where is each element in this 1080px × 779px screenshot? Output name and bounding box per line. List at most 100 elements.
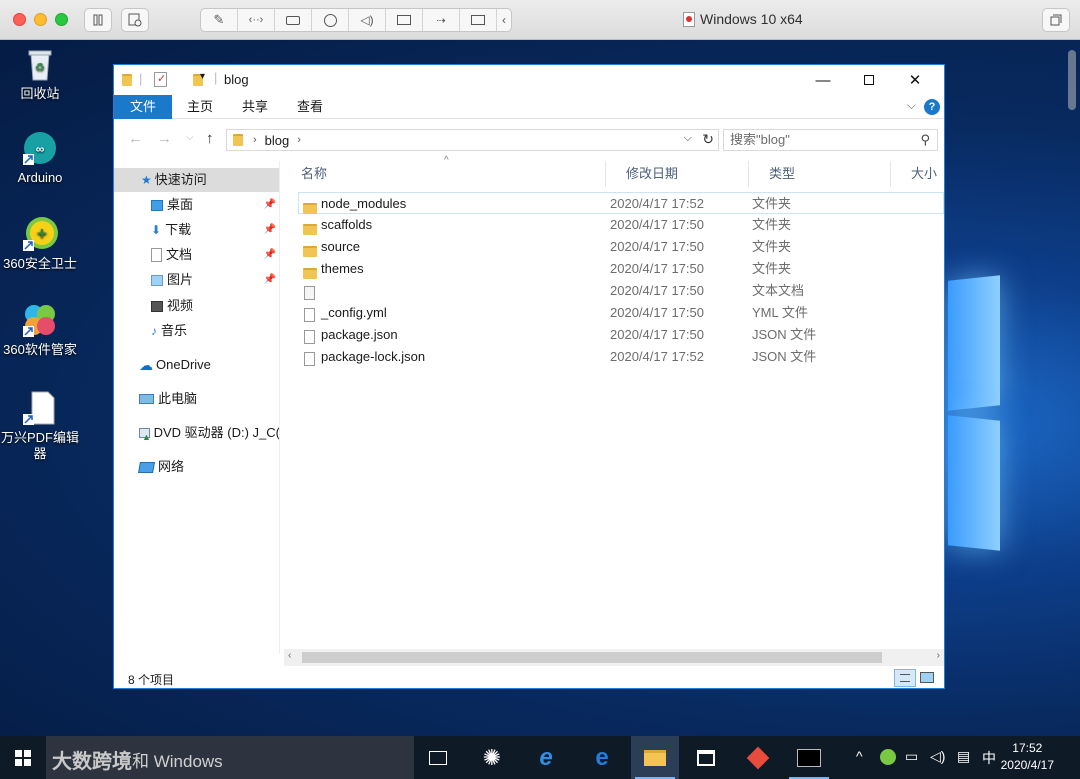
file-row[interactable]: 2020/4/17 17:50 文本文档 xyxy=(298,280,944,302)
file-row[interactable]: node_modules 2020/4/17 17:52 文件夹 xyxy=(298,192,944,214)
collapse-toolbar-button[interactable]: ‹ xyxy=(497,9,511,31)
close-button[interactable]: ✕ xyxy=(892,65,938,95)
taskbar-file-explorer[interactable] xyxy=(631,736,679,779)
video-icon xyxy=(397,15,411,25)
notification-icon[interactable]: ▤ xyxy=(957,748,970,765)
close-window-button[interactable] xyxy=(13,13,26,26)
tab-share[interactable]: 共享 xyxy=(228,95,282,119)
nav-onedrive[interactable]: ☁ OneDrive xyxy=(114,353,279,377)
360-tray-icon[interactable] xyxy=(880,749,896,765)
desktop-icon-recycle-bin[interactable]: ♻ 回收站 xyxy=(1,46,79,102)
large-icons-view-button[interactable] xyxy=(920,672,934,683)
tab-view[interactable]: 查看 xyxy=(283,95,337,119)
chevron-left-icon: ‹ xyxy=(502,13,506,27)
breadcrumb-chevron-icon[interactable]: › xyxy=(297,134,301,146)
file-row[interactable]: _config.yml 2020/4/17 17:50 YML 文件 xyxy=(298,302,944,324)
store-icon xyxy=(697,749,715,766)
file-row[interactable]: package.json 2020/4/17 17:50 JSON 文件 xyxy=(298,324,944,346)
scroll-left-icon[interactable]: ‹ xyxy=(288,650,291,661)
column-type[interactable]: 类型 xyxy=(749,161,891,187)
desktop-icon-arduino[interactable]: ∞ Arduino xyxy=(1,130,79,186)
tab-file[interactable]: 文件 xyxy=(114,95,172,119)
network-tray-icon[interactable]: ▭ xyxy=(905,748,918,765)
arduino-icon: ∞ xyxy=(22,130,58,166)
code-button[interactable]: ‹··› xyxy=(238,9,275,31)
settings-button[interactable]: ✎ xyxy=(201,9,238,31)
column-size[interactable]: 大小 xyxy=(891,161,944,187)
nav-this-pc[interactable]: 此电脑 xyxy=(114,387,279,411)
properties-quick-icon[interactable]: ✓ xyxy=(154,72,167,87)
taskbar-app-swirl[interactable]: ✺ xyxy=(468,736,516,779)
nav-downloads[interactable]: ⬇ 下载 📌 xyxy=(114,218,279,242)
back-button[interactable]: ← xyxy=(128,130,143,147)
forward-button[interactable]: → xyxy=(157,130,172,147)
address-dropdown-icon[interactable]: ⌵ xyxy=(684,132,692,145)
column-name[interactable]: 名称 xyxy=(281,161,606,187)
pin-icon[interactable]: 📌 xyxy=(264,243,276,267)
search-input[interactable]: 搜索"blog" ⚲ xyxy=(723,129,938,151)
taskbar-terminal[interactable] xyxy=(785,736,833,779)
shared-folder-button[interactable] xyxy=(460,9,497,31)
up-button[interactable]: ↑ xyxy=(206,130,214,147)
tab-home[interactable]: 主页 xyxy=(173,95,227,119)
scroll-right-icon[interactable]: › xyxy=(937,650,940,661)
video-button[interactable] xyxy=(386,9,423,31)
network-icon xyxy=(138,461,155,473)
address-toolbar: ← → ⌵ ↑ › blog › ⌵ ↻ 搜索"blog" ⚲ xyxy=(114,127,944,153)
address-bar[interactable]: › blog › ⌵ ↻ xyxy=(226,129,719,151)
nav-network[interactable]: 网络 xyxy=(114,455,279,479)
file-row[interactable]: source 2020/4/17 17:50 文件夹 xyxy=(298,236,944,258)
nav-desktop[interactable]: 桌面 📌 xyxy=(114,193,279,217)
sound-button[interactable]: ◁) xyxy=(349,9,386,31)
clock[interactable]: 17:52 2020/4/17 xyxy=(1001,740,1054,774)
volume-icon[interactable]: ◁) xyxy=(930,748,945,765)
minimize-window-button[interactable] xyxy=(34,13,47,26)
scrollbar-thumb[interactable] xyxy=(302,652,882,663)
navigation-pane: ★ 快速访问 桌面 📌 ⬇ 下载 📌 文档 📌 图片 📌 视频 ♪ 音乐 ☁ O… xyxy=(114,161,280,654)
pause-button[interactable] xyxy=(84,8,112,32)
input-language[interactable]: 中 xyxy=(982,748,996,768)
minimize-button[interactable]: — xyxy=(800,65,846,95)
horizontal-scrollbar[interactable]: ‹ › xyxy=(284,649,944,666)
nav-music[interactable]: ♪ 音乐 xyxy=(114,319,279,343)
help-icon[interactable]: ? xyxy=(924,99,940,115)
pin-icon[interactable]: 📌 xyxy=(264,193,276,217)
taskbar-ie[interactable]: e xyxy=(522,736,570,779)
desktop-icon-360-safe[interactable]: + 360安全卫士 xyxy=(1,216,79,272)
recent-locations-button[interactable]: ⌵ xyxy=(186,132,194,143)
hdd-button[interactable] xyxy=(275,9,312,31)
nav-documents[interactable]: 文档 📌 xyxy=(114,243,279,267)
taskbar-store[interactable] xyxy=(682,736,730,779)
nav-videos[interactable]: 视频 xyxy=(114,294,279,318)
snapshot-button[interactable] xyxy=(121,8,149,32)
refresh-icon[interactable]: ↻ xyxy=(702,131,714,148)
customize-quick-access-icon[interactable]: ▾ xyxy=(200,71,205,85)
file-row[interactable]: themes 2020/4/17 17:50 文件夹 xyxy=(298,258,944,280)
breadcrumb-blog[interactable]: blog xyxy=(265,133,290,148)
start-button[interactable] xyxy=(0,736,46,779)
desktop-icon-360-software[interactable]: 360软件管家 xyxy=(1,302,79,358)
task-view-button[interactable] xyxy=(414,736,462,779)
details-view-button[interactable] xyxy=(894,669,916,687)
nav-quick-access[interactable]: ★ 快速访问 xyxy=(114,168,279,192)
nav-pictures[interactable]: 图片 📌 xyxy=(114,268,279,292)
zoom-window-button[interactable] xyxy=(55,13,68,26)
column-modified[interactable]: 修改日期 xyxy=(606,161,749,187)
maximize-button[interactable] xyxy=(846,65,892,95)
file-row[interactable]: scaffolds 2020/4/17 17:50 文件夹 xyxy=(298,214,944,236)
file-row[interactable]: package-lock.json 2020/4/17 17:52 JSON 文… xyxy=(298,346,944,368)
recycle-bin-icon: ♻ xyxy=(22,46,58,82)
taskbar-git[interactable] xyxy=(734,736,782,779)
pin-icon[interactable]: 📌 xyxy=(264,268,276,292)
nav-dvd-drive[interactable]: ▲ DVD 驱动器 (D:) J_C( xyxy=(114,421,279,445)
taskbar-edge[interactable]: e xyxy=(578,736,626,779)
host-scrollbar[interactable] xyxy=(1068,50,1076,110)
show-hidden-icons[interactable]: ^ xyxy=(856,748,863,764)
desktop-icon-pdf-editor[interactable]: 万兴PDF编辑器 xyxy=(1,390,79,462)
expand-ribbon-icon[interactable]: ⌵ xyxy=(907,98,916,113)
taskbar-search[interactable]: 大数跨境 和 Windows xyxy=(46,736,414,779)
pin-icon[interactable]: 📌 xyxy=(264,218,276,242)
camera-button[interactable] xyxy=(312,9,349,31)
usb-button[interactable]: ⇢ xyxy=(423,9,460,31)
fullscreen-button[interactable] xyxy=(1042,8,1070,32)
